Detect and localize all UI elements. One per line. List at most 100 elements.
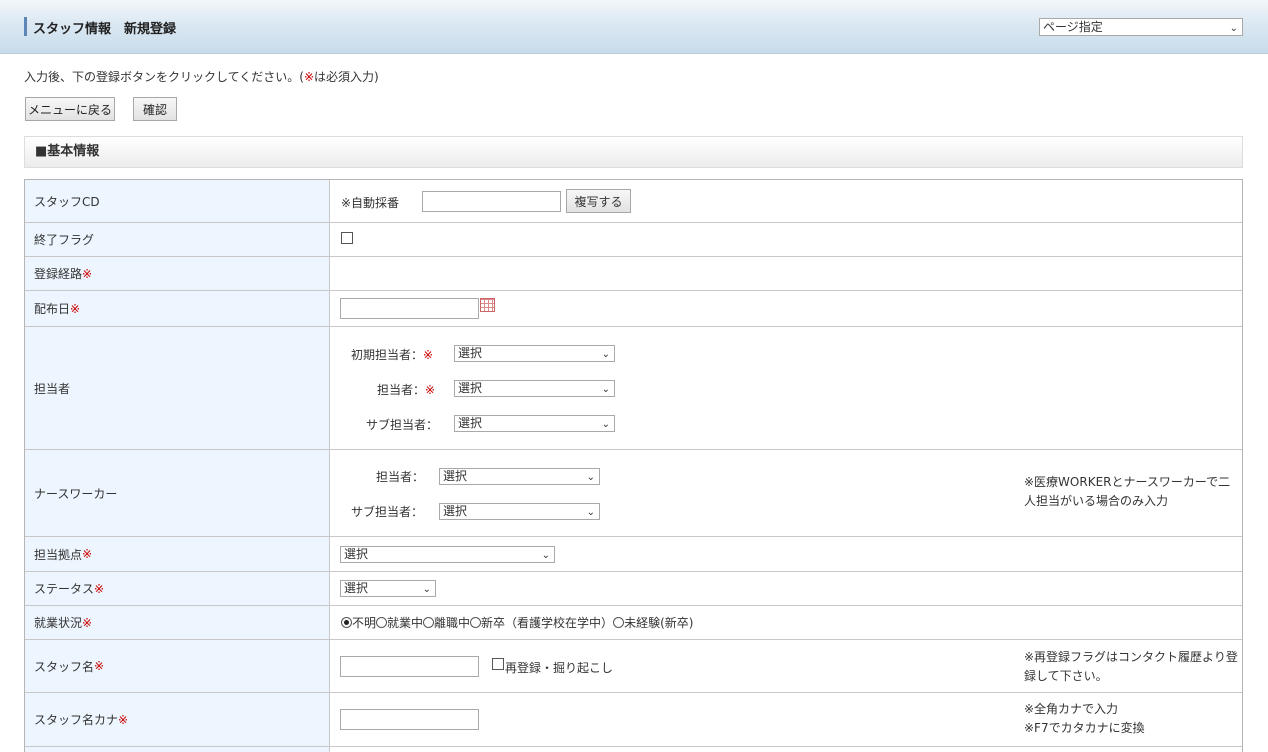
radio-label: 新卒（看護学校在学中）	[481, 616, 614, 630]
chevron-down-icon: ⌄	[601, 349, 610, 360]
label-text: ナースワーカー	[34, 486, 118, 501]
instruction-after: は必須入力)	[314, 70, 379, 84]
row-nurse-worker: ナースワーカー 担当者： 選択 ⌄ サブ担当者： 選択 ⌄ ※医療WORKERとナー…	[25, 450, 1242, 537]
required-mark: ※	[423, 348, 434, 362]
row-end-flag: 終了フラグ	[25, 223, 1242, 257]
chevron-down-icon: ⌄	[601, 419, 610, 430]
label-staff-cd: スタッフCD	[25, 180, 330, 222]
page-title: スタッフ情報 新規登録	[33, 22, 177, 37]
label-text: 登録経路	[34, 267, 83, 281]
row-staff-name: スタッフ名 ※ 再登録・掘り起こし ※再登録フラグはコンタクト履歴より登 録して下…	[25, 640, 1242, 693]
label-text: 担当拠点	[34, 547, 83, 562]
employment-radio-group: 不明 就業中 離職中 新卒（看護学校在学中） 未経験(新卒)	[341, 614, 693, 631]
nurse-sub-tantosha-select[interactable]: 選択 ⌄	[439, 503, 600, 520]
row-status: ステータス ※ 選択 ⌄	[25, 572, 1242, 606]
header-accent-bar	[24, 17, 27, 36]
row-registration-route: 登録経路 ※	[25, 257, 1242, 291]
auto-number-text: ※自動採番	[341, 196, 400, 210]
note-line: 人担当がいる場合のみ入力	[1024, 494, 1169, 508]
select-value: 選択	[458, 416, 483, 430]
staff-kana-input[interactable]	[340, 709, 479, 730]
label-text: 配布日	[34, 302, 71, 316]
label-text: 就業状況	[34, 616, 83, 630]
label-nurse-worker: ナースワーカー	[25, 450, 330, 536]
nurse-worker-note: ※医療WORKERとナースワーカーで二 人担当がいる場合のみ入力	[1024, 473, 1230, 511]
label-next-partial	[25, 747, 330, 752]
instruction-text: 入力後、下の登録ボタンをクリックしてください。(※は必須入力)	[24, 68, 379, 85]
end-flag-checkbox[interactable]	[341, 232, 353, 244]
base-select[interactable]: 選択 ⌄	[340, 546, 555, 563]
radio-employed[interactable]	[376, 617, 388, 628]
staff-form-table: スタッフCD ※自動採番 複写する 終了フラグ 登録経路 ※ 配布日 ※ 担当者 初…	[24, 179, 1243, 752]
calendar-icon[interactable]	[480, 298, 495, 312]
label-staff-name: スタッフ名 ※	[25, 640, 330, 692]
nurse-sub-tantosha-label: サブ担当者：	[351, 505, 424, 519]
row-staff-cd: スタッフCD ※自動採番 複写する	[25, 180, 1242, 223]
nurse-tantosha-select[interactable]: 選択 ⌄	[439, 468, 600, 485]
row-employment: 就業状況 ※ 不明 就業中 離職中 新卒（看護学校在学中） 未経験(新卒)	[25, 606, 1242, 640]
label-text: 初期担当者：	[351, 348, 424, 362]
required-mark: ※	[82, 266, 93, 281]
required-mark: ※	[82, 547, 93, 561]
label-tantosha: 担当者	[25, 327, 330, 449]
select-value: 選択	[443, 504, 468, 518]
label-text: ステータス	[34, 582, 95, 596]
radio-inexperienced[interactable]	[613, 617, 625, 628]
label-text: 担当者：	[377, 383, 426, 397]
note-line: ※全角カナで入力	[1024, 702, 1119, 716]
label-end-flag: 終了フラグ	[25, 223, 330, 256]
section-title-basic-info: ■基本情報	[24, 136, 1243, 168]
row-delivery-date: 配布日 ※	[25, 291, 1242, 327]
label-status: ステータス ※	[25, 572, 330, 605]
back-to-menu-button[interactable]: メニューに戻る	[25, 97, 115, 121]
select-value: 選択	[344, 547, 369, 561]
label-employment: 就業状況 ※	[25, 606, 330, 639]
chevron-down-icon: ⌄	[601, 384, 610, 395]
delivery-date-input[interactable]	[340, 298, 479, 319]
radio-new-grad[interactable]	[470, 617, 482, 628]
label-registration-route: 登録経路 ※	[25, 257, 330, 290]
label-delivery-date: 配布日 ※	[25, 291, 330, 326]
sub-tantosha-select[interactable]: 選択 ⌄	[454, 415, 615, 432]
required-mark: ※	[303, 70, 315, 84]
instruction-before: 入力後、下の登録ボタンをクリックしてください。(	[24, 70, 304, 84]
reregister-label: 再登録・掘り起こし	[505, 661, 614, 675]
staff-kana-note: ※全角カナで入力 ※F7でカタカナに変換	[1024, 700, 1145, 738]
radio-unknown[interactable]	[341, 617, 352, 628]
select-value: 選択	[344, 581, 369, 595]
row-next-partial	[25, 747, 1242, 752]
chevron-down-icon: ⌄	[541, 550, 550, 561]
staff-name-note: ※再登録フラグはコンタクト履歴より登 録して下さい。	[1024, 648, 1238, 686]
chevron-down-icon: ⌄	[1229, 23, 1238, 34]
tantosha-select[interactable]: 選択 ⌄	[454, 380, 615, 397]
required-mark: ※	[94, 659, 105, 673]
page-select[interactable]: ページ指定 ⌄	[1039, 18, 1243, 36]
row-tantosha: 担当者 初期担当者：※ 選択 ⌄ 担当者：※ 選択 ⌄ サブ担当者： 選択 ⌄	[25, 327, 1242, 450]
page-select-value: ページ指定	[1043, 20, 1103, 34]
reregister-checkbox[interactable]	[492, 658, 504, 670]
initial-tantosha-select[interactable]: 選択 ⌄	[454, 345, 615, 362]
radio-label: 不明	[352, 616, 377, 630]
label-text: スタッフCD	[34, 194, 100, 209]
status-select[interactable]: 選択 ⌄	[340, 580, 436, 597]
chevron-down-icon: ⌄	[586, 507, 595, 518]
initial-tantosha-label: 初期担当者：※	[351, 346, 433, 363]
chevron-down-icon: ⌄	[422, 584, 431, 595]
copy-button[interactable]: 複写する	[566, 189, 631, 213]
row-staff-kana: スタッフ名カナ ※ ※全角カナで入力 ※F7でカタカナに変換	[25, 693, 1242, 747]
radio-unemployed[interactable]	[423, 617, 435, 628]
tantosha-label: 担当者：※	[377, 381, 435, 398]
required-mark: ※	[70, 301, 81, 316]
label-text: 担当者	[34, 381, 71, 396]
page-header: スタッフ情報 新規登録 ページ指定 ⌄	[0, 0, 1268, 54]
note-line: ※医療WORKERとナースワーカーで二	[1024, 475, 1231, 489]
row-base: 担当拠点 ※ 選択 ⌄	[25, 537, 1242, 572]
staff-cd-input[interactable]	[422, 191, 561, 212]
select-value: 選択	[458, 346, 483, 360]
label-text: 終了フラグ	[34, 233, 95, 247]
staff-name-input[interactable]	[340, 656, 479, 677]
required-mark: ※	[118, 712, 129, 727]
radio-label: 離職中	[434, 616, 471, 630]
confirm-button[interactable]: 確認	[133, 97, 177, 121]
label-text: スタッフ名カナ	[34, 713, 119, 727]
